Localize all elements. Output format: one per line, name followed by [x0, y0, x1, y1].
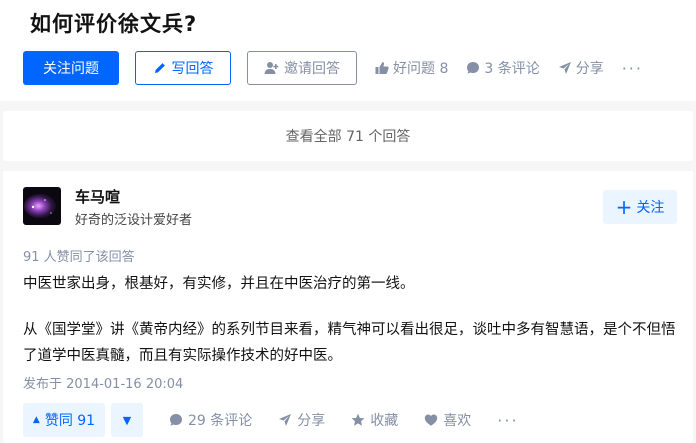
share-icon	[278, 413, 292, 427]
heart-icon	[424, 413, 438, 427]
answer-card: 车马喧 好奇的泛设计爱好者 + 关注 91 人赞同了该回答 中医世家出身，根基好…	[3, 171, 693, 443]
publish-time[interactable]: 发布于 2014-01-16 20:04	[23, 373, 183, 392]
collect-label: 收藏	[370, 413, 399, 429]
answer-more-button[interactable]: ···	[497, 411, 518, 430]
answer-share-label: 分享	[297, 413, 326, 429]
thumbs-up-icon	[375, 61, 389, 75]
write-answer-label: 写回答	[171, 61, 214, 77]
vote-down-button[interactable]: ▼	[111, 403, 143, 437]
triangle-up-icon: ▲	[32, 415, 40, 425]
like-label: 喜欢	[443, 413, 472, 429]
answer-comments-label: 29 条评论	[188, 413, 253, 429]
invite-answer-button[interactable]: 邀请回答	[247, 51, 357, 85]
question-header: 如何评价徐文兵? 关注问题 写回答 邀请回答 好问题 8 3 条评论 分享 ··…	[0, 0, 696, 101]
comment-icon	[169, 413, 183, 427]
question-comments-label: 3 条评论	[484, 61, 540, 77]
add-person-icon	[264, 61, 279, 75]
answer-paragraph: 从《国学堂》讲《黄帝内经》的系列节目来看，精气神可以看出很足，谈吐中多有智慧语，…	[23, 322, 676, 364]
question-more-button[interactable]: ···	[622, 59, 643, 78]
comment-icon	[466, 61, 480, 75]
author-bio: 好奇的泛设计爱好者	[75, 213, 193, 228]
question-share-button[interactable]: 分享	[558, 58, 604, 78]
avatar[interactable]	[23, 187, 61, 225]
star-icon	[351, 413, 365, 427]
collect-button[interactable]: 收藏	[351, 410, 398, 430]
answer-actions: ▲ 赞同 91 ▼ 29 条评论 分享 收藏 喜欢 ···	[23, 403, 519, 437]
pencil-icon	[153, 61, 167, 75]
author-name[interactable]: 车马喧	[75, 186, 120, 207]
question-share-label: 分享	[575, 61, 604, 77]
invite-answer-label: 邀请回答	[284, 61, 340, 77]
answer-paragraph: 中医世家出身，根基好，有实修，并且在中医治疗的第一线。	[23, 276, 415, 292]
question-comments-button[interactable]: 3 条评论	[466, 58, 540, 78]
write-answer-button[interactable]: 写回答	[135, 51, 231, 85]
like-button[interactable]: 喜欢	[424, 410, 471, 430]
more-icon: ···	[621, 58, 643, 78]
question-title: 如何评价徐文兵?	[30, 12, 198, 36]
follow-question-button[interactable]: 关注问题	[23, 51, 119, 85]
answer-share-button[interactable]: 分享	[278, 410, 325, 430]
more-icon: ···	[497, 410, 519, 430]
triangle-down-icon: ▼	[122, 413, 132, 427]
share-icon	[558, 61, 572, 75]
plus-icon: +	[615, 195, 633, 219]
vote-up-button[interactable]: ▲ 赞同 91	[23, 403, 105, 437]
good-question-label: 好问题 8	[393, 61, 449, 77]
view-all-answers-link[interactable]: 查看全部 71 个回答	[3, 111, 693, 161]
follow-author-button[interactable]: + 关注	[603, 190, 677, 224]
good-question-button[interactable]: 好问题 8	[375, 58, 448, 78]
question-toolbar: 关注问题 写回答 邀请回答 好问题 8 3 条评论 分享 ···	[23, 51, 643, 85]
vote-up-label: 赞同 91	[44, 413, 96, 429]
answer-comments-button[interactable]: 29 条评论	[169, 410, 252, 430]
upvote-info: 91 人赞同了该回答	[23, 250, 135, 265]
follow-author-label: 关注	[636, 200, 665, 216]
